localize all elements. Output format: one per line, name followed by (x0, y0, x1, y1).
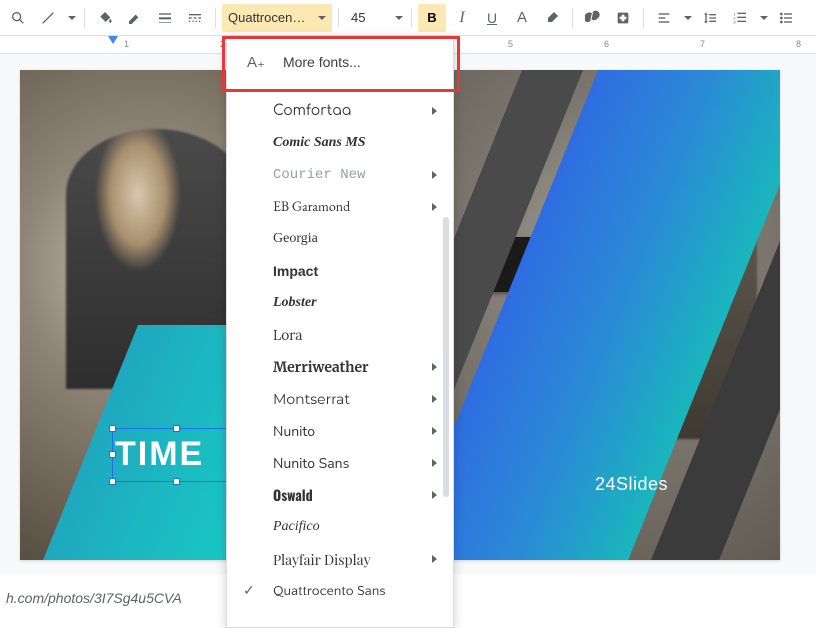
resize-handle[interactable] (109, 451, 116, 458)
insert-comment-icon[interactable] (609, 4, 637, 32)
font-item-label: Montserrat (273, 390, 350, 408)
underline-button[interactable]: U (478, 4, 506, 32)
font-item[interactable]: Lobster (227, 287, 453, 319)
font-item-label: Nunito Sans (273, 454, 349, 473)
font-item[interactable]: Montserrat (227, 383, 453, 415)
chevron-right-icon (432, 395, 437, 403)
ruler-tick: 8 (796, 39, 801, 49)
chevron-right-icon (432, 203, 437, 211)
bold-button[interactable]: B (418, 4, 446, 32)
check-icon: ✓ (243, 583, 255, 599)
border-weight-icon[interactable] (151, 4, 179, 32)
line-tool-dropdown[interactable] (64, 4, 78, 32)
font-item[interactable]: Playfair Display (227, 543, 453, 575)
border-color-icon[interactable] (121, 4, 149, 32)
font-item[interactable]: Merriweather (227, 351, 453, 383)
line-tool-icon[interactable] (34, 4, 62, 32)
line-spacing-icon[interactable] (696, 4, 724, 32)
border-dash-icon[interactable] (181, 4, 209, 32)
selection-handles (109, 425, 245, 485)
font-item-label: Pacifico (273, 519, 320, 535)
toolbar: Quattrocen… 45 B I U A 123 (0, 0, 816, 36)
select-tool-icon[interactable] (4, 4, 32, 32)
ruler-tick: 2 (220, 39, 225, 49)
chevron-right-icon (432, 107, 437, 115)
chevron-right-icon (432, 427, 437, 435)
align-icon[interactable] (650, 4, 678, 32)
font-item[interactable]: Nunito Sans (227, 447, 453, 479)
font-item-label: Nunito (273, 422, 315, 441)
font-item[interactable]: Pacifico (227, 511, 453, 543)
chevron-right-icon (432, 459, 437, 467)
svg-text:3: 3 (733, 19, 736, 24)
align-dropdown[interactable] (680, 4, 694, 32)
font-size-dropdown[interactable] (391, 4, 405, 32)
brand-logo-text: 24Slides (595, 474, 668, 495)
font-item[interactable]: Georgia (227, 223, 453, 255)
font-item-label: Playfair Display (273, 550, 371, 569)
ruler-tick: 1 (124, 39, 129, 49)
text-color-button[interactable]: A (508, 4, 536, 32)
chevron-down-icon (318, 16, 326, 20)
font-item-label: Lobster (273, 295, 317, 311)
resize-handle[interactable] (173, 478, 180, 485)
more-fonts-item[interactable]: A₊ More fonts... (227, 37, 453, 87)
font-item-label: Courier New (273, 167, 365, 183)
font-item-label: Quattrocento Sans (273, 583, 386, 599)
font-item-label: Georgia (273, 231, 318, 247)
paint-bucket-icon[interactable] (91, 4, 119, 32)
insert-link-icon[interactable] (579, 4, 607, 32)
font-item-label: Lora (273, 326, 302, 344)
font-item[interactable]: Impact (227, 255, 453, 287)
font-item-label: EB Garamond (273, 198, 350, 216)
font-item-label: Comic Sans MS (273, 135, 366, 151)
font-item-label: Comfortaa (273, 104, 351, 119)
font-size-value: 45 (351, 10, 365, 25)
ruler-tick: 5 (508, 39, 513, 49)
resize-handle[interactable] (109, 425, 116, 432)
chevron-right-icon (432, 171, 437, 179)
font-family-menu: A₊ More fonts... ComfortaaComic Sans MSC… (226, 36, 454, 628)
font-size-selector[interactable]: 45 (345, 4, 389, 32)
font-item[interactable]: Comfortaa (227, 95, 453, 127)
font-item[interactable]: Lora (227, 319, 453, 351)
ruler-tick: 6 (604, 39, 609, 49)
font-family-selector[interactable]: Quattrocen… (222, 4, 332, 32)
resize-handle[interactable] (173, 425, 180, 432)
speaker-notes-text[interactable]: h.com/photos/3I7Sg4u5CVA (0, 582, 188, 614)
numbered-list-dropdown[interactable] (756, 4, 770, 32)
chevron-right-icon (432, 555, 437, 563)
font-item[interactable]: Comic Sans MS (227, 127, 453, 159)
font-item-label: Impact (273, 263, 318, 279)
font-list: Comfortaa Comic Sans MS Courier New EB Gara… (227, 87, 453, 619)
selected-textbox[interactable]: TIME (112, 428, 242, 482)
font-item[interactable]: Nunito (227, 415, 453, 447)
highlight-color-icon[interactable] (538, 4, 566, 32)
bulleted-list-icon[interactable] (772, 4, 800, 32)
ruler-tick: 7 (700, 39, 705, 49)
font-item[interactable]: Oswald (227, 479, 453, 511)
font-item[interactable]: Quattrocento Sans ✓ (227, 575, 453, 607)
font-family-label: Quattrocen… (228, 10, 316, 25)
menu-scrollbar[interactable] (443, 217, 449, 497)
font-item-label: Merriweather (273, 358, 369, 376)
chevron-right-icon (432, 363, 437, 371)
indent-marker[interactable] (108, 36, 118, 44)
add-font-icon: A₊ (247, 53, 265, 71)
font-item[interactable]: Courier New (227, 159, 453, 191)
more-fonts-label: More fonts... (283, 54, 361, 70)
font-item[interactable]: EB Garamond (227, 191, 453, 223)
italic-button[interactable]: I (448, 4, 476, 32)
chevron-right-icon (432, 491, 437, 499)
numbered-list-icon[interactable]: 123 (726, 4, 754, 32)
resize-handle[interactable] (109, 478, 116, 485)
font-item-label: Oswald (273, 485, 313, 506)
